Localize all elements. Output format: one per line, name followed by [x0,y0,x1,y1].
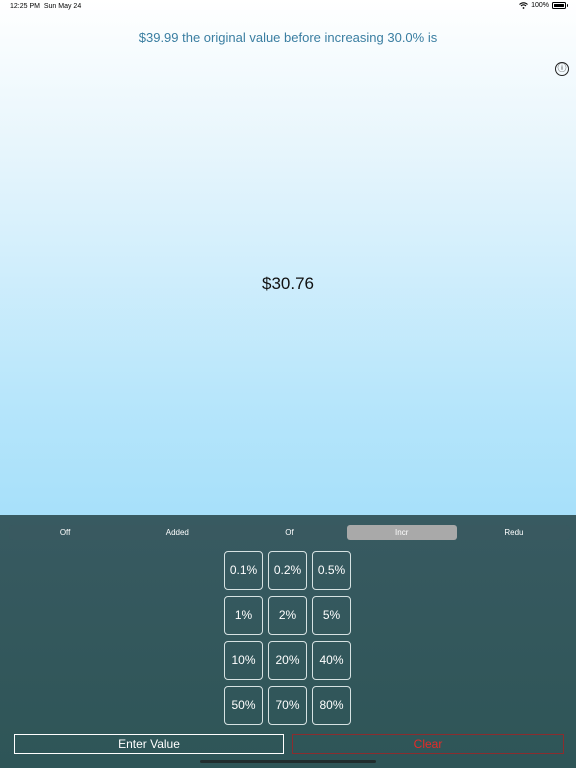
key-0.2-percent[interactable]: 0.2% [268,551,307,590]
key-0.1-percent[interactable]: 0.1% [224,551,263,590]
status-time-date: 12:25 PM Sun May 24 [10,3,81,10]
mode-added[interactable]: Added [122,525,232,540]
status-indicators: 100% [519,2,568,9]
wifi-icon [519,2,528,9]
enter-value-button[interactable]: Enter Value [14,734,284,754]
key-10-percent[interactable]: 10% [224,641,263,680]
key-0.5-percent[interactable]: 0.5% [312,551,351,590]
result-value: $30.76 [262,274,314,293]
key-20-percent[interactable]: 20% [268,641,307,680]
result-area: 12:25 PM Sun May 24 100% $39.99 the orig… [0,0,576,515]
clear-button[interactable]: Clear [292,734,564,754]
mode-of[interactable]: Of [234,525,344,540]
mode-off[interactable]: Off [10,525,120,540]
info-icon[interactable]: ⓘ [555,62,569,76]
battery-percent: 100% [531,2,549,9]
mode-redu[interactable]: Redu [459,525,569,540]
mode-incr[interactable]: Incr [346,525,457,540]
key-5-percent[interactable]: 5% [312,596,351,635]
status-bar: 12:25 PM Sun May 24 100% [0,0,576,14]
status-date: Sun May 24 [43,3,82,10]
key-40-percent[interactable]: 40% [312,641,351,680]
key-1-percent[interactable]: 1% [224,596,263,635]
headline: $39.99 the original value before increas… [138,30,438,45]
key-2-percent[interactable]: 2% [268,596,307,635]
key-80-percent[interactable]: 80% [312,686,351,725]
key-70-percent[interactable]: 70% [268,686,307,725]
home-indicator[interactable] [200,760,376,763]
mode-segmented-control: Off Added Of Incr Redu [9,525,570,540]
battery-icon [552,2,568,9]
status-time: 12:25 PM [10,3,40,10]
key-50-percent[interactable]: 50% [224,686,263,725]
percent-keypad: 0.1% 0.2% 0.5% 1% 2% 5% 10% 20% 40% 50% … [224,551,352,725]
